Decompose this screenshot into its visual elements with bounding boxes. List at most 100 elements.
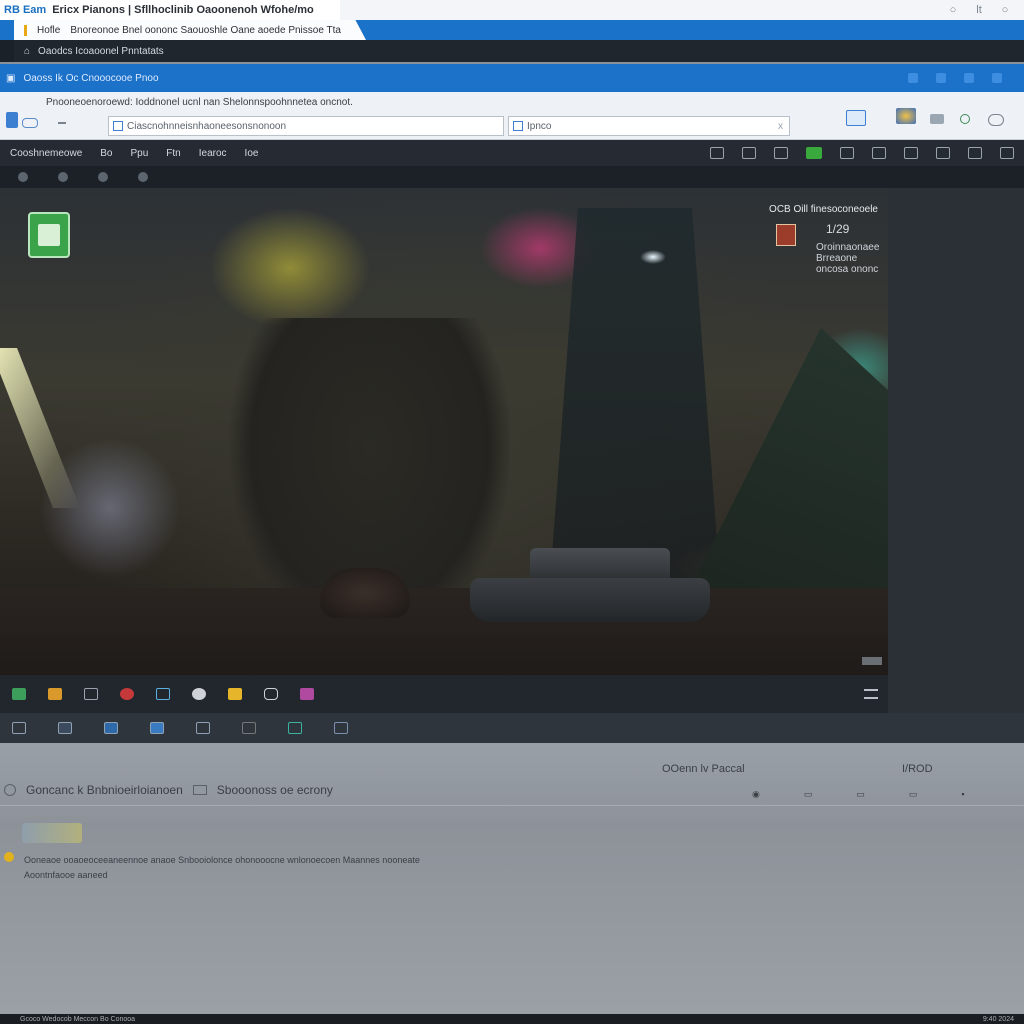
taskbar-clock: 9:40 2024 [982,1015,1014,1023]
link-icon[interactable] [22,118,38,128]
folder-icon [113,121,123,131]
tab-label: Hofle [37,24,61,36]
canvas-rock [320,568,410,618]
overlay-text-line: oncosa ononc [816,264,879,275]
minimize-icon[interactable]: ○ [948,4,958,16]
header-action-icon[interactable] [992,73,1002,83]
header-action-icon[interactable] [936,73,946,83]
taskbar: Gcoco Wedocob Meccon Bo Conooa 9:40 2024 [0,1014,1024,1024]
overlay-thumbnail[interactable] [776,224,796,246]
message-text: Ooneaoe ooaoeoceeaneennoe anaoe Snbooiol… [24,853,420,883]
print-icon[interactable] [904,147,918,159]
message-line: Ooneaoe ooaoeoceeaneennoe anaoe Snbooiol… [24,855,420,865]
layer-badge-icon[interactable] [28,212,70,258]
toolbar-item[interactable]: Ioe [245,148,259,159]
details-pane: OOenn lv Paccal I/ROD Goncanc k Bnbnioei… [0,743,1024,1014]
tool-icon[interactable] [98,172,108,182]
image-canvas[interactable]: OCB Oill finesoconeoele 1/29 Oroinnaonae… [0,188,888,675]
browser-tab[interactable]: Hofle Bnoreonoe Bnel oononc Saouoshle Oa… [14,20,366,40]
thumbnail-strip[interactable] [22,823,82,843]
search-input-value: Ipnco [527,120,552,132]
search-icon [513,121,523,131]
zoom-level: I/ROD [902,763,933,775]
restore-icon[interactable]: lt [974,4,984,16]
brush-icon[interactable] [48,688,62,700]
canvas-tank [470,548,720,628]
user-icon[interactable] [930,114,944,124]
home-icon[interactable]: ⌂ [24,46,30,57]
grid-icon[interactable] [742,147,756,159]
toolbar-right-actions [710,147,1024,159]
toolbar-item[interactable]: Ppu [131,148,149,159]
canvas-ground [0,588,888,675]
flag-icon[interactable] [872,147,886,159]
tag-icon[interactable] [300,688,314,700]
canvas-shape [549,208,721,588]
toolbar-item[interactable]: Iearoc [199,148,227,159]
preview-icon[interactable] [846,110,866,126]
layers-icon[interactable] [774,147,788,159]
overlay-text-line: Oroinnaonaee [816,242,880,253]
header-action-icon[interactable] [908,73,918,83]
chart-icon[interactable] [334,722,348,734]
export-icon[interactable] [806,147,822,159]
list-icon[interactable] [104,722,118,734]
path-input[interactable]: Ciascnohnneisnhaoneesonsnonoon [108,116,504,136]
control-item[interactable]: ▭ [909,789,918,800]
control-item[interactable]: ▪ [961,789,964,800]
toolbar-title: Cooshnemeowe [10,147,83,159]
details-label: Goncanc k Bnbnioeirloianoen [26,783,183,797]
link-icon[interactable] [288,722,302,734]
radio-icon[interactable]: ◉ [752,789,760,800]
image-icon[interactable] [936,147,950,159]
profile-icon[interactable] [988,114,1004,126]
crop-icon[interactable] [710,147,724,159]
document-icon[interactable] [6,112,18,128]
monitor-icon[interactable] [196,722,210,734]
tab-extra-text: Bnoreonoe Bnel oononc Saouoshle Oane aoe… [70,24,341,36]
toolbar-item[interactable]: Ftn [166,148,180,159]
settings-gear-icon[interactable] [896,108,916,124]
browser-tab-active[interactable]: RB Eam Ericx Pianons | Sfllhoclinib Oaoo… [0,0,340,20]
history-icon[interactable] [840,147,854,159]
globe-icon[interactable] [192,688,206,700]
window-icon[interactable] [12,722,26,734]
overlay-counter: 1/29 [826,222,850,236]
clear-icon[interactable]: x [778,121,789,132]
camera-icon[interactable] [156,688,170,700]
comment-icon[interactable] [192,785,207,795]
shield-icon[interactable] [264,688,278,700]
canvas-light [640,250,666,264]
search-input[interactable]: Ipnco x [508,116,790,136]
status-toolbar [0,713,1024,743]
details-controls: ◉ ▭ ▭ ▭ ▪ [752,789,965,800]
tool-icon[interactable] [58,172,68,182]
lock-icon[interactable] [228,688,242,700]
toolbar-item[interactable]: Bo [100,148,112,159]
window-titlebar: RB Eam Ericx Pianons | Sfllhoclinib Oaoo… [0,0,1024,20]
menu-icon[interactable] [864,689,878,699]
info-icon[interactable] [4,784,16,796]
details-search[interactable]: Sbooonoss oe ecrony [217,783,333,797]
gallery-icon[interactable] [968,147,982,159]
control-item[interactable]: ▭ [804,789,813,800]
panel-icon[interactable] [58,722,72,734]
control-item[interactable]: ▭ [856,789,865,800]
bookmark-icon [24,24,27,36]
frame-icon[interactable] [84,688,98,700]
message-line: Aoontnfaooe aaneed [24,870,108,880]
app-header: ▣ Oaoss Ik Oc Cnooocooe Pnoo [0,64,1024,92]
tool-icon[interactable] [138,172,148,182]
record-icon[interactable] [120,688,134,700]
overlay-text-line: Brreaone [816,253,858,264]
header-action-icon[interactable] [964,73,974,83]
fullscreen-icon[interactable] [1000,147,1014,159]
taskbar-items[interactable]: Gcoco Wedocob Meccon Bo Conooa [20,1016,135,1023]
close-icon[interactable]: ○ [1000,4,1010,16]
layer-icon[interactable] [12,688,26,700]
trash-icon[interactable] [242,722,256,734]
phone-icon[interactable] [960,114,970,124]
tool-icon[interactable] [18,172,28,182]
app-header-label: Oaoss Ik Oc Cnooocooe Pnoo [23,72,159,84]
chat-icon[interactable] [150,722,164,734]
